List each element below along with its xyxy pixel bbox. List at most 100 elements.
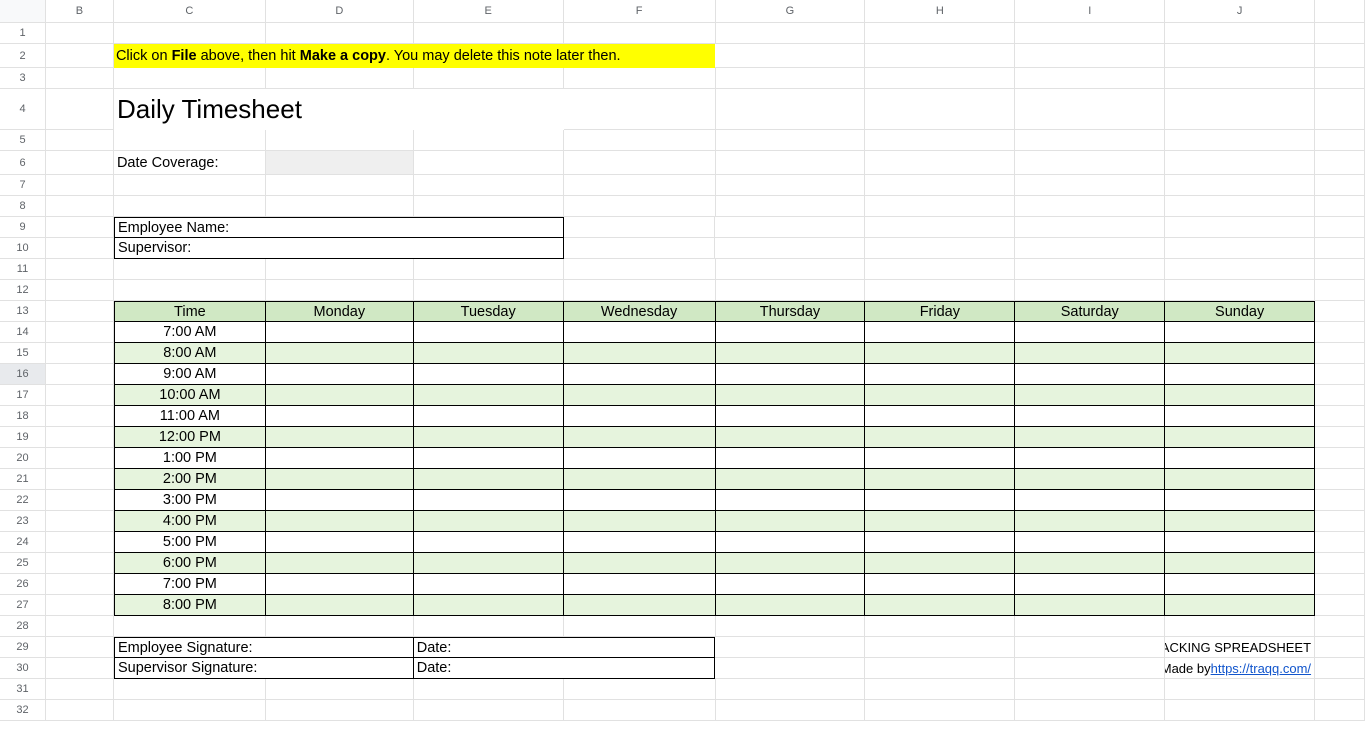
timesheet-cell[interactable] bbox=[564, 595, 716, 616]
employee-signature-field[interactable]: Employee Signature: bbox=[114, 637, 414, 658]
row-header-32[interactable]: 32 bbox=[0, 700, 46, 721]
table-header-time[interactable]: Time bbox=[114, 301, 266, 322]
timesheet-cell[interactable] bbox=[564, 364, 716, 385]
time-slot[interactable]: 8:00 PM bbox=[114, 595, 266, 616]
row-header-27[interactable]: 27 bbox=[0, 595, 46, 616]
timesheet-cell[interactable] bbox=[1015, 532, 1165, 553]
timesheet-cell[interactable] bbox=[266, 385, 414, 406]
row-header-19[interactable]: 19 bbox=[0, 427, 46, 448]
employee-name-field[interactable]: Employee Name: bbox=[114, 217, 564, 238]
timesheet-cell[interactable] bbox=[1015, 406, 1165, 427]
timesheet-cell[interactable] bbox=[564, 511, 716, 532]
table-header-friday[interactable]: Friday bbox=[865, 301, 1015, 322]
timesheet-cell[interactable] bbox=[564, 448, 716, 469]
timesheet-cell[interactable] bbox=[1165, 532, 1315, 553]
row-header-5[interactable]: 5 bbox=[0, 130, 46, 151]
row-header-28[interactable]: 28 bbox=[0, 616, 46, 637]
timesheet-cell[interactable] bbox=[1165, 574, 1315, 595]
timesheet-cell[interactable] bbox=[414, 574, 564, 595]
table-header-sunday[interactable]: Sunday bbox=[1165, 301, 1315, 322]
timesheet-cell[interactable] bbox=[414, 364, 564, 385]
row-header-14[interactable]: 14 bbox=[0, 322, 46, 343]
row-header-4[interactable]: 4 bbox=[0, 89, 46, 130]
row-header-11[interactable]: 11 bbox=[0, 259, 46, 280]
table-header-saturday[interactable]: Saturday bbox=[1015, 301, 1165, 322]
timesheet-cell[interactable] bbox=[716, 511, 866, 532]
timesheet-cell[interactable] bbox=[1165, 490, 1315, 511]
timesheet-cell[interactable] bbox=[1015, 574, 1165, 595]
timesheet-cell[interactable] bbox=[564, 553, 716, 574]
timesheet-cell[interactable] bbox=[414, 385, 564, 406]
row-header-1[interactable]: 1 bbox=[0, 23, 46, 44]
timesheet-cell[interactable] bbox=[564, 574, 716, 595]
timesheet-cell[interactable] bbox=[414, 469, 564, 490]
timesheet-cell[interactable] bbox=[716, 385, 866, 406]
timesheet-cell[interactable] bbox=[1015, 553, 1165, 574]
timesheet-cell[interactable] bbox=[716, 469, 866, 490]
table-header-monday[interactable]: Monday bbox=[266, 301, 414, 322]
timesheet-cell[interactable] bbox=[1165, 343, 1315, 364]
column-header-B[interactable]: B bbox=[46, 0, 114, 23]
timesheet-cell[interactable] bbox=[266, 553, 414, 574]
column-header-C[interactable]: C bbox=[114, 0, 266, 23]
timesheet-cell[interactable] bbox=[865, 406, 1015, 427]
row-header-3[interactable]: 3 bbox=[0, 68, 46, 89]
timesheet-cell[interactable] bbox=[414, 511, 564, 532]
time-slot[interactable]: 3:00 PM bbox=[114, 490, 266, 511]
time-slot[interactable]: 7:00 AM bbox=[114, 322, 266, 343]
timesheet-cell[interactable] bbox=[865, 364, 1015, 385]
timesheet-cell[interactable] bbox=[1015, 511, 1165, 532]
timesheet-cell[interactable] bbox=[1015, 490, 1165, 511]
row-header-17[interactable]: 17 bbox=[0, 385, 46, 406]
column-header-D[interactable]: D bbox=[266, 0, 414, 23]
time-slot[interactable]: 1:00 PM bbox=[114, 448, 266, 469]
timesheet-cell[interactable] bbox=[1165, 406, 1315, 427]
timesheet-cell[interactable] bbox=[865, 574, 1015, 595]
row-header-22[interactable]: 22 bbox=[0, 490, 46, 511]
timesheet-cell[interactable] bbox=[414, 322, 564, 343]
timesheet-cell[interactable] bbox=[1015, 427, 1165, 448]
row-header-6[interactable]: 6 bbox=[0, 151, 46, 175]
row-header-24[interactable]: 24 bbox=[0, 532, 46, 553]
timesheet-cell[interactable] bbox=[414, 427, 564, 448]
timesheet-cell[interactable] bbox=[716, 490, 866, 511]
timesheet-cell[interactable] bbox=[1165, 322, 1315, 343]
timesheet-cell[interactable] bbox=[716, 553, 866, 574]
timesheet-cell[interactable] bbox=[716, 343, 866, 364]
time-slot[interactable]: 6:00 PM bbox=[114, 553, 266, 574]
row-header-9[interactable]: 9 bbox=[0, 217, 46, 238]
date-coverage-input[interactable] bbox=[266, 151, 414, 175]
row-header-16[interactable]: 16 bbox=[0, 364, 46, 385]
cell-note[interactable]: Click on File above, then hit Make a cop… bbox=[114, 44, 716, 68]
row-header-8[interactable]: 8 bbox=[0, 196, 46, 217]
timesheet-cell[interactable] bbox=[1165, 511, 1315, 532]
timesheet-cell[interactable] bbox=[716, 574, 866, 595]
row-header-2[interactable]: 2 bbox=[0, 44, 46, 68]
timesheet-cell[interactable] bbox=[716, 448, 866, 469]
timesheet-cell[interactable] bbox=[865, 553, 1015, 574]
timesheet-cell[interactable] bbox=[1015, 595, 1165, 616]
timesheet-cell[interactable] bbox=[266, 343, 414, 364]
timesheet-cell[interactable] bbox=[716, 427, 866, 448]
timesheet-cell[interactable] bbox=[716, 406, 866, 427]
supervisor-signature-field[interactable]: Supervisor Signature: bbox=[114, 658, 414, 679]
select-all-corner[interactable] bbox=[0, 0, 46, 23]
timesheet-cell[interactable] bbox=[564, 532, 716, 553]
timesheet-cell[interactable] bbox=[1165, 385, 1315, 406]
row-header-26[interactable]: 26 bbox=[0, 574, 46, 595]
timesheet-cell[interactable] bbox=[564, 427, 716, 448]
timesheet-cell[interactable] bbox=[865, 595, 1015, 616]
time-slot[interactable]: 11:00 AM bbox=[114, 406, 266, 427]
column-header-H[interactable]: H bbox=[865, 0, 1015, 23]
employee-signature-date[interactable]: Date: bbox=[414, 637, 716, 658]
row-header-12[interactable]: 12 bbox=[0, 280, 46, 301]
table-header-tuesday[interactable]: Tuesday bbox=[414, 301, 564, 322]
timesheet-cell[interactable] bbox=[266, 490, 414, 511]
timesheet-cell[interactable] bbox=[414, 406, 564, 427]
timesheet-cell[interactable] bbox=[564, 469, 716, 490]
timesheet-cell[interactable] bbox=[865, 532, 1015, 553]
timesheet-cell[interactable] bbox=[1165, 427, 1315, 448]
column-header-blank[interactable] bbox=[1315, 0, 1365, 23]
row-header-10[interactable]: 10 bbox=[0, 238, 46, 259]
timesheet-cell[interactable] bbox=[865, 322, 1015, 343]
